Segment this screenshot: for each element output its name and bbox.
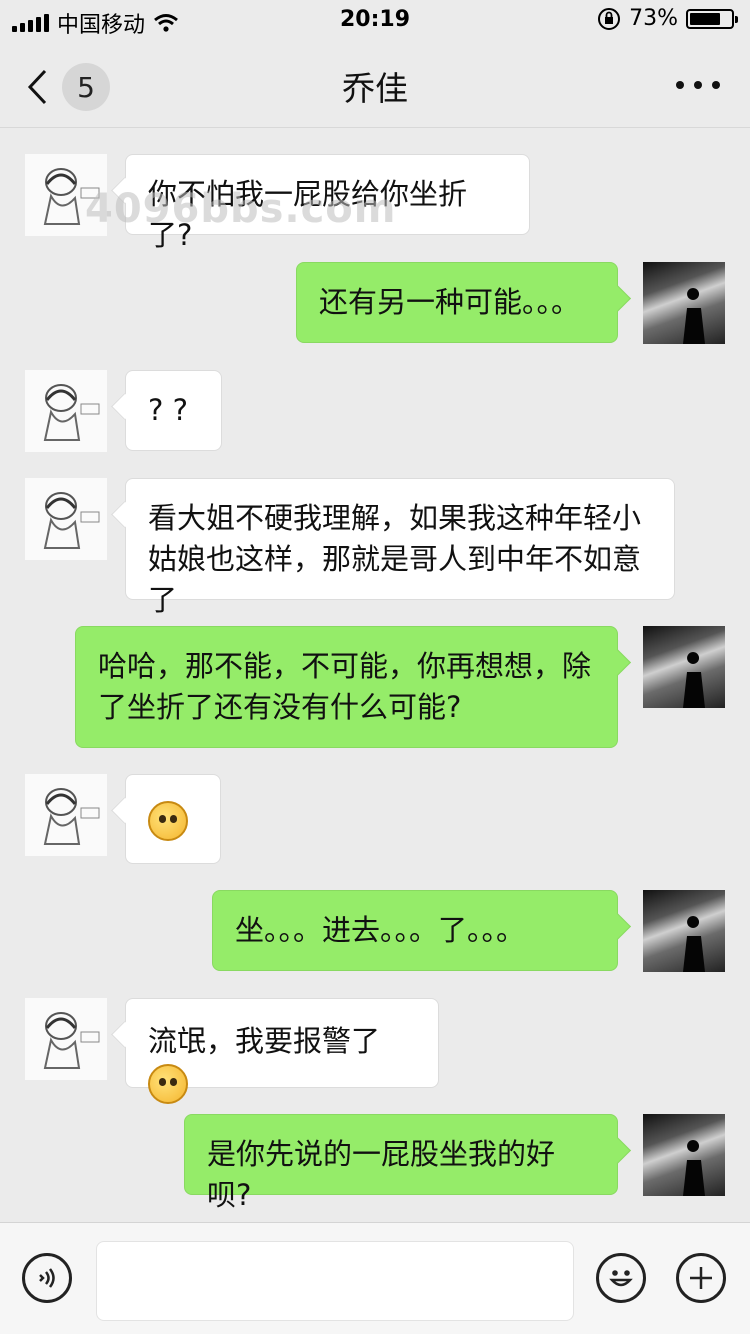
message-bubble[interactable]: 看大姐不硬我理解，如果我这种年轻小姑娘也这样，那就是哥人到中年不如意了	[125, 478, 675, 617]
message-input[interactable]	[96, 1241, 574, 1321]
user-avatar[interactable]	[643, 626, 725, 708]
smiley-icon	[609, 1270, 633, 1287]
message-text: 流氓，我要报警了	[148, 1024, 381, 1058]
add-button[interactable]	[676, 1253, 726, 1303]
message-bubble[interactable]	[125, 774, 221, 864]
chat-title: 乔佳	[342, 69, 408, 108]
contact-avatar[interactable]	[25, 154, 107, 236]
contact-avatar[interactable]	[25, 998, 107, 1080]
contact-avatar[interactable]	[25, 478, 107, 560]
scared-face-icon	[148, 1064, 188, 1104]
chat-header: 5 乔佳	[0, 40, 750, 128]
message-bubble[interactable]: 你不怕我一屁股给你坐折了?	[125, 154, 530, 252]
user-avatar[interactable]	[643, 890, 725, 972]
contact-avatar[interactable]	[25, 774, 107, 856]
plus-icon	[690, 1267, 712, 1289]
message-bubble[interactable]: 坐。。。进去。。。了。。。	[212, 890, 618, 971]
user-avatar[interactable]	[643, 1114, 725, 1196]
message-bubble[interactable]: ? ?	[125, 370, 222, 451]
battery-percent: 73%	[629, 6, 678, 31]
voice-button[interactable]	[22, 1253, 72, 1303]
user-avatar[interactable]	[643, 262, 725, 344]
voice-icon	[39, 1268, 55, 1288]
battery-icon	[686, 8, 738, 29]
more-button[interactable]	[676, 68, 720, 102]
message-bubble[interactable]: 流氓，我要报警了	[125, 998, 439, 1104]
status-bar: 中国移动 20:19 73%	[0, 0, 750, 40]
emoji-button[interactable]	[596, 1253, 646, 1303]
confused-face-icon	[148, 801, 188, 841]
input-bar	[0, 1222, 750, 1334]
contact-avatar[interactable]	[25, 370, 107, 452]
rotation-lock-icon	[598, 7, 621, 30]
message-bubble[interactable]: 哈哈，那不能，不可能，你再想想，除了坐折了还有没有什么可能?	[75, 626, 618, 748]
message-bubble[interactable]: 是你先说的一屁股坐我的好呗?	[184, 1114, 618, 1212]
message-bubble[interactable]: 还有另一种可能。。。	[296, 262, 618, 343]
